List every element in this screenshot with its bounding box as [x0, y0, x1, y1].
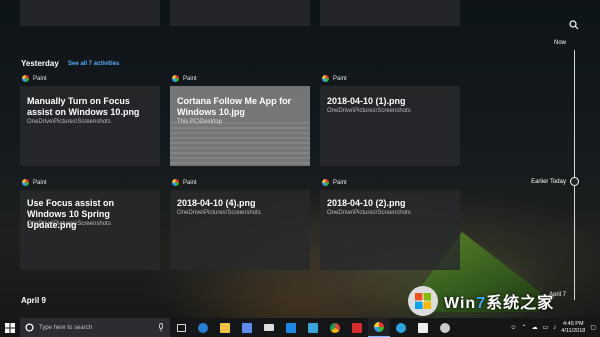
site-watermark: Win7系统之家 — [408, 286, 596, 316]
snip-tool-icon[interactable] — [302, 318, 324, 337]
card-title: 2018-04-10 (4).png — [177, 198, 256, 208]
paint-app-icon[interactable] — [368, 318, 390, 337]
activity-card[interactable]: 2018-04-10 (4).png OneDrive\Pictures\Scr… — [170, 190, 310, 270]
onedrive-icon[interactable]: ☁ — [532, 324, 538, 331]
card-title: Cortana Follow Me App for Windows 10.jpg — [177, 96, 292, 117]
paint-icon — [172, 75, 179, 82]
paint-icon — [22, 179, 29, 186]
card-path: OneDrive\Pictures\Screenshots — [327, 210, 411, 216]
activity-card[interactable]: Use Focus assist on Windows 10 Spring Up… — [20, 190, 160, 270]
card-title: 2018-04-10 (2).png — [327, 198, 406, 208]
network-icon[interactable]: ▭ — [543, 324, 549, 331]
activity-card[interactable]: 2018-04-10 (1).png OneDrive\Pictures\Scr… — [320, 86, 460, 166]
app-label: Paint — [322, 179, 347, 186]
taskbar: Type here to search ☺ ⌃ ☁ ▭ ♪ 4:45 PM 4/… — [0, 318, 600, 337]
previous-card[interactable] — [170, 0, 310, 26]
settings-icon[interactable] — [434, 318, 456, 337]
volume-icon[interactable]: ♪ — [553, 325, 556, 331]
system-tray: ☺ ⌃ ☁ ▭ ♪ 4:45 PM 4/11/2018 ▢ — [510, 318, 596, 337]
card-title: 2018-04-10 (1).png — [327, 96, 406, 106]
taskbar-search-box[interactable]: Type here to search — [20, 318, 170, 337]
search-placeholder: Type here to search — [39, 324, 93, 331]
section-title-april9: April 9 — [21, 296, 46, 305]
activity-card[interactable]: Manually Turn on Focus assist on Windows… — [20, 86, 160, 166]
cortana-icon — [25, 323, 34, 332]
timeline-thumb[interactable] — [570, 177, 579, 186]
timeline-label-earlier-today[interactable]: Earlier Today — [520, 179, 566, 185]
microphone-icon[interactable] — [157, 323, 165, 332]
app-label: Paint — [22, 75, 47, 82]
chrome-icon[interactable] — [324, 318, 346, 337]
card-path: OneDrive\Pictures\Screenshots — [327, 108, 411, 114]
show-hidden-icons-icon[interactable]: ⌃ — [522, 324, 527, 331]
start-button[interactable] — [0, 318, 20, 337]
app-label: Paint — [172, 75, 197, 82]
card-path: This PC\Desktop — [177, 119, 223, 125]
telegram-icon[interactable] — [390, 318, 412, 337]
search-icon[interactable] — [569, 20, 579, 30]
file-explorer-icon[interactable] — [214, 318, 236, 337]
image-viewer-icon[interactable] — [412, 318, 434, 337]
people-icon[interactable]: ☺ — [510, 325, 516, 331]
edge-browser-icon[interactable] — [192, 318, 214, 337]
taskbar-clock[interactable]: 4:45 PM 4/11/2018 — [561, 321, 585, 335]
task-view-icon[interactable] — [170, 318, 192, 337]
card-title: Manually Turn on Focus assist on Windows… — [27, 96, 140, 117]
timeline-label-now[interactable]: Now — [544, 40, 566, 46]
previous-card[interactable] — [320, 0, 460, 26]
windows-logo-icon — [408, 286, 438, 316]
app-label: Paint — [172, 179, 197, 186]
activity-card-selected[interactable]: Cortana Follow Me App for Windows 10.jpg… — [170, 86, 310, 166]
paint-icon — [172, 179, 179, 186]
section-title-yesterday: Yesterday — [21, 59, 59, 68]
card-path: OneDrive\Pictures\Screenshots — [27, 119, 111, 125]
card-path: OneDrive\Pictures\Screenshots — [27, 221, 111, 227]
photos-icon[interactable] — [280, 318, 302, 337]
action-center-icon[interactable]: ▢ — [590, 324, 596, 331]
activity-card[interactable]: 2018-04-10 (2).png OneDrive\Pictures\Scr… — [320, 190, 460, 270]
timeline-scrollbar[interactable] — [574, 50, 575, 300]
app-icon[interactable] — [346, 318, 368, 337]
windows-start-icon — [5, 322, 15, 333]
thumbnail-preview — [170, 122, 310, 166]
paint-icon — [322, 75, 329, 82]
card-path: OneDrive\Pictures\Screenshots — [177, 210, 261, 216]
store-icon[interactable] — [236, 318, 258, 337]
see-all-activities-link[interactable]: See all 7 activities — [68, 61, 119, 67]
mail-icon[interactable] — [258, 318, 280, 337]
app-label: Paint — [22, 179, 47, 186]
previous-card[interactable] — [20, 0, 160, 26]
paint-icon — [22, 75, 29, 82]
paint-icon — [322, 179, 329, 186]
app-label: Paint — [322, 75, 347, 82]
